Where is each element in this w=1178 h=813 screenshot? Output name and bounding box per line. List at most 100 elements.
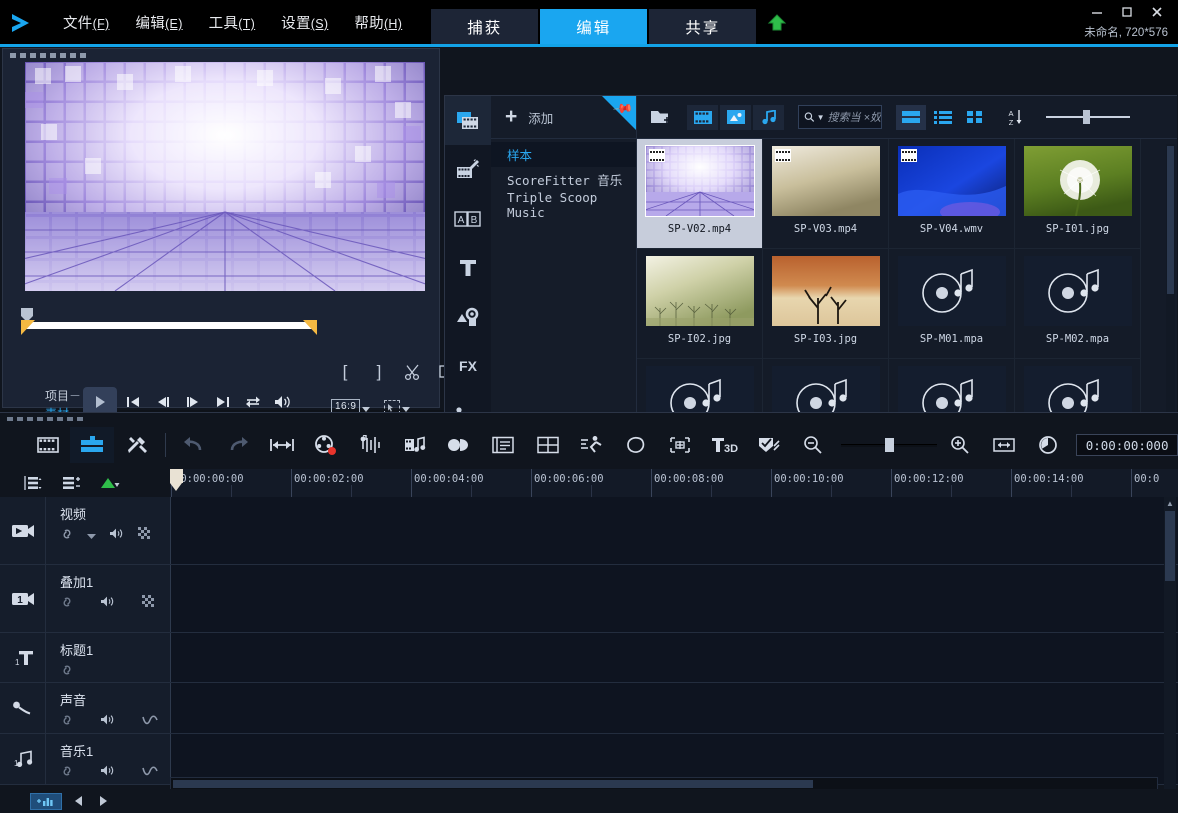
trim-bar[interactable] xyxy=(13,307,323,335)
library-scrollbar-thumb[interactable] xyxy=(1167,146,1174,294)
project-duration-icon[interactable] xyxy=(1026,427,1070,463)
fit-to-window-icon[interactable] xyxy=(982,427,1026,463)
library-item[interactable]: SP-I03.jpg xyxy=(763,249,889,359)
fx-filter-icon[interactable]: FX xyxy=(445,341,491,390)
view-list-button[interactable] xyxy=(928,105,958,130)
green-up-arrow-icon[interactable] xyxy=(766,12,788,39)
trim-start-handle[interactable] xyxy=(21,320,35,335)
fade-icon[interactable] xyxy=(142,713,158,731)
thumbnail[interactable] xyxy=(897,146,1006,216)
timeline-vscroll-thumb[interactable] xyxy=(1165,511,1175,581)
redo-button[interactable] xyxy=(216,427,260,463)
mark-in-icon[interactable]: [ xyxy=(333,360,357,384)
record-capture-button[interactable] xyxy=(304,427,348,463)
previous-chapter-icon[interactable] xyxy=(72,794,86,808)
add-chapter-point-icon[interactable] xyxy=(30,792,62,810)
tab-capture[interactable]: 捕获 xyxy=(431,9,539,45)
track-row[interactable]: 声音 xyxy=(0,683,1178,734)
menu-tools[interactable]: 工具(T) xyxy=(196,8,268,37)
thumbnail[interactable] xyxy=(771,146,880,216)
undo-button[interactable] xyxy=(172,427,216,463)
library-item[interactable]: SP-M02.mpa xyxy=(1015,249,1141,359)
scissors-icon[interactable] xyxy=(401,360,425,384)
panel-drag-handle[interactable] xyxy=(10,53,86,58)
timeline-ruler[interactable]: 00:00:00:00 00:00:02:00 00:00:04:00 00:0… xyxy=(170,469,1178,497)
menu-help[interactable]: 帮助(H) xyxy=(341,8,415,37)
library-zoom-knob[interactable] xyxy=(1083,110,1090,124)
opacity-icon[interactable] xyxy=(138,527,152,545)
track-lane[interactable] xyxy=(171,633,1178,682)
fit-project-button[interactable] xyxy=(260,427,304,463)
chevron-down-icon[interactable] xyxy=(87,527,96,545)
transition-ab-icon[interactable]: AB xyxy=(445,194,491,243)
playhead-handle[interactable] xyxy=(170,469,183,493)
library-item[interactable]: SP-I01.jpg xyxy=(1015,139,1141,249)
filter-video-icon[interactable] xyxy=(687,104,718,130)
view-large-thumbnail-button[interactable] xyxy=(896,104,926,130)
tools-mix-button[interactable] xyxy=(114,427,158,463)
mask-creator-button[interactable] xyxy=(614,427,658,463)
trim-track[interactable] xyxy=(21,322,315,329)
track-row[interactable]: 视频 xyxy=(0,497,1178,565)
add-remove-track-button[interactable] xyxy=(60,472,82,494)
track-lane[interactable] xyxy=(171,683,1178,733)
menu-edit[interactable]: 编辑(E) xyxy=(122,8,195,37)
multicam-editor-button[interactable] xyxy=(526,427,570,463)
track-header[interactable]: 叠加1 xyxy=(46,565,170,632)
media-library-icon[interactable] xyxy=(445,96,491,145)
library-folder-scorefitter[interactable]: ScoreFitter 音乐 xyxy=(491,167,636,192)
menu-file[interactable]: 文件(F) xyxy=(50,8,122,37)
timeline-zoom-knob[interactable] xyxy=(885,438,895,452)
track-lane[interactable] xyxy=(171,497,1178,564)
thumbnail[interactable] xyxy=(1023,146,1132,216)
add-media-row[interactable]: + 添加 📌 xyxy=(491,96,636,139)
library-item[interactable]: SP-I02.jpg xyxy=(637,249,763,359)
tab-share[interactable]: 共享 xyxy=(649,9,757,45)
library-folder-sample[interactable]: 样本 xyxy=(491,142,636,167)
track-row[interactable]: 1 标题1 xyxy=(0,633,1178,683)
timeline-timecode[interactable]: 0:00:00:000 xyxy=(1076,434,1178,456)
link-icon[interactable] xyxy=(60,663,74,681)
timeline-zoom-slider[interactable] xyxy=(841,435,938,455)
mark-out-icon[interactable]: ] xyxy=(367,360,391,384)
zoom-out-icon[interactable] xyxy=(791,427,835,463)
library-item[interactable]: SP-V03.mp4 xyxy=(763,139,889,249)
library-folder-triple-scoop[interactable]: Triple Scoop Music xyxy=(491,190,636,220)
thumbnail[interactable] xyxy=(644,145,755,217)
motion-tracker-button[interactable] xyxy=(437,427,481,463)
track-header[interactable]: 声音 xyxy=(46,683,170,733)
graphic-icon[interactable] xyxy=(445,292,491,341)
title-t-icon[interactable] xyxy=(445,243,491,292)
motion-path-button[interactable] xyxy=(570,427,614,463)
track-header[interactable]: 音乐1 xyxy=(46,734,170,784)
track-manager-button[interactable] xyxy=(22,472,44,494)
project-mode-label[interactable]: 项目 xyxy=(45,389,69,403)
link-icon[interactable] xyxy=(60,595,74,613)
link-icon[interactable] xyxy=(60,527,74,545)
trim-end-handle[interactable] xyxy=(303,320,317,335)
menu-settings[interactable]: 设置(S) xyxy=(268,8,341,37)
filter-photo-icon[interactable] xyxy=(720,104,751,130)
preview-video-display[interactable] xyxy=(25,62,425,291)
fade-icon[interactable] xyxy=(142,764,158,782)
timeline-drag-handle[interactable] xyxy=(7,417,83,421)
title-3d-button[interactable]: 3D xyxy=(702,427,746,463)
chroma-key-button[interactable] xyxy=(747,427,791,463)
sort-az-icon[interactable]: AZ xyxy=(1000,105,1030,130)
library-item[interactable]: SP-V02.mp4 xyxy=(637,139,763,249)
search-dropdown-caret[interactable]: ▼ xyxy=(817,113,825,122)
sound-mixer-toggle-button[interactable] xyxy=(98,472,120,494)
link-icon[interactable] xyxy=(60,764,74,782)
next-chapter-icon[interactable] xyxy=(96,794,110,808)
view-grid-button[interactable] xyxy=(960,105,990,130)
import-media-folder-icon[interactable] xyxy=(647,104,675,130)
filter-audio-icon[interactable] xyxy=(753,104,784,130)
track-row[interactable]: 1 叠加1 xyxy=(0,565,1178,633)
library-item[interactable]: SP-M01.mpa xyxy=(889,249,1015,359)
library-zoom-slider[interactable] xyxy=(1046,105,1130,129)
thumbnail[interactable] xyxy=(897,256,1006,326)
zoom-in-icon[interactable] xyxy=(938,427,982,463)
close-button[interactable] xyxy=(1142,1,1172,23)
timeline-vertical-scrollbar[interactable]: ▲ ▼ xyxy=(1164,497,1176,813)
track-header[interactable]: 标题1 xyxy=(46,633,170,682)
